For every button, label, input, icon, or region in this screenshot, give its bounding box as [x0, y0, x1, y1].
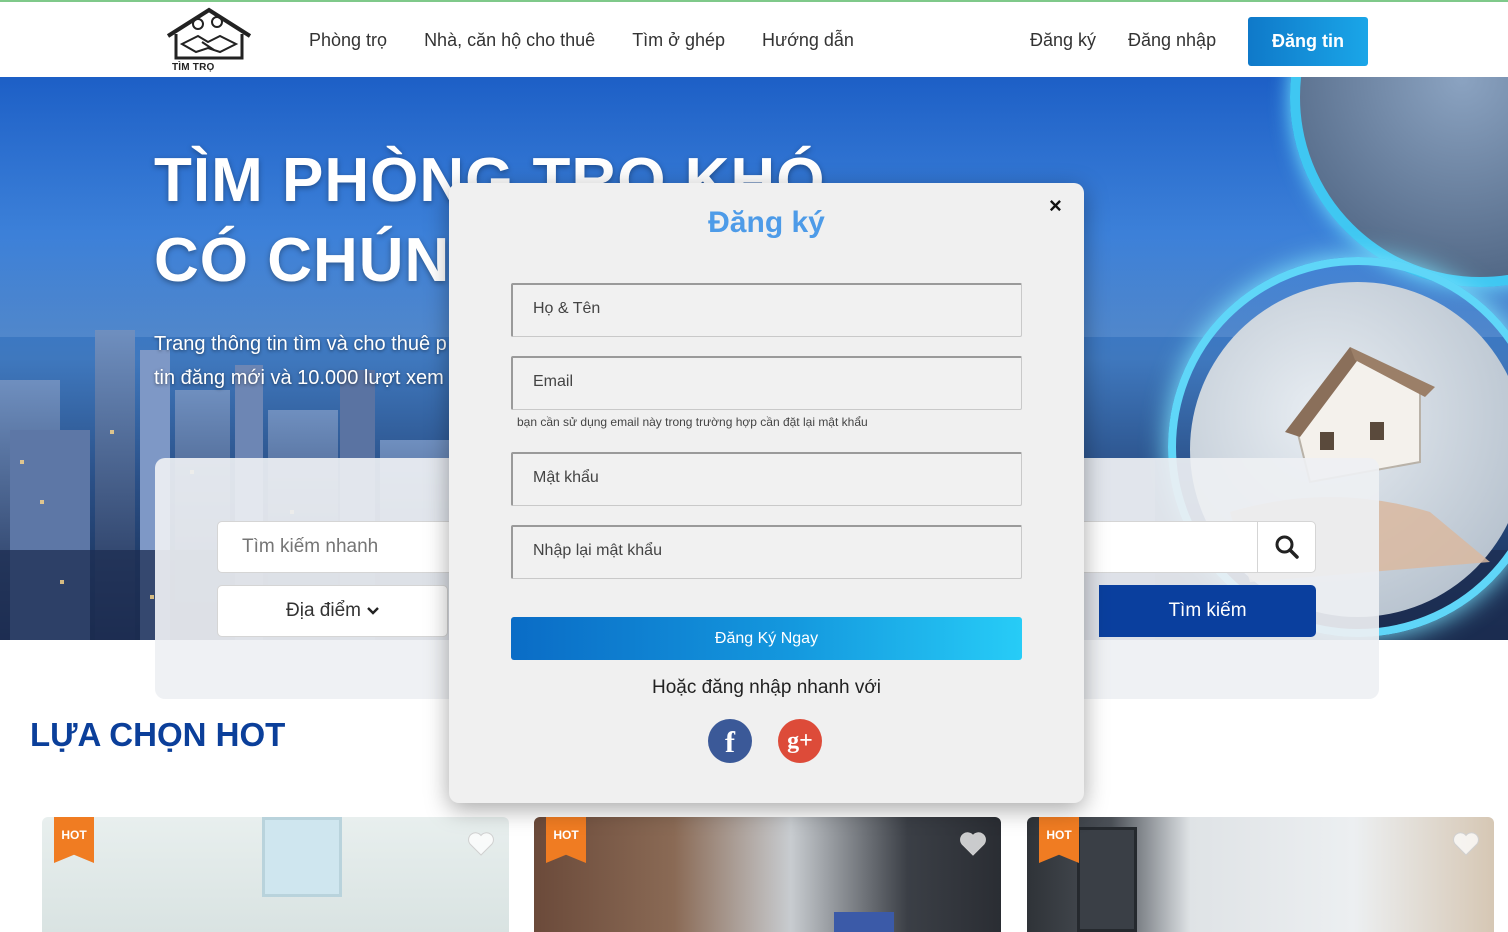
social-login-label: Hoặc đăng nhập nhanh với — [651, 677, 882, 698]
register-link[interactable]: Đăng ký — [1030, 30, 1096, 51]
hot-listing-card-2[interactable]: HOT — [534, 817, 1001, 932]
hot-badge: HOT — [54, 817, 94, 863]
modal-title: Đăng ký — [708, 206, 825, 239]
register-submit-button[interactable]: Đăng Ký Ngay — [511, 617, 1022, 660]
heart-icon[interactable] — [1452, 831, 1480, 857]
hot-badge: HOT — [1039, 817, 1079, 863]
logo-text: TÌM TRỌ — [172, 62, 215, 73]
main-nav: Phòng trọ Nhà, căn hộ cho thuê Tìm ở ghé… — [309, 30, 891, 51]
fullname-input[interactable] — [533, 300, 993, 318]
login-link[interactable]: Đăng nhập — [1128, 30, 1216, 51]
chevron-down-icon — [367, 607, 379, 615]
nav-huong-dan[interactable]: Hướng dẫn — [762, 30, 854, 51]
hero-subtitle-line1: Trang thông tin tìm và cho thuê p — [154, 333, 447, 355]
search-button[interactable]: Tìm kiếm — [1099, 585, 1316, 637]
register-modal: Đăng ký × bạn cần sử dụng email này tron… — [449, 183, 1084, 803]
password-field — [511, 452, 1022, 506]
site-logo[interactable]: TÌM TRỌ — [162, 6, 256, 78]
hero-subtitle-line2: tin đăng mới và 10.000 lượt xem — [154, 367, 444, 389]
nav-phong-tro[interactable]: Phòng trọ — [309, 30, 387, 51]
room-door-image — [1077, 827, 1137, 932]
email-hint: bạn cần sử dụng email này trong trường h… — [517, 415, 868, 429]
room-window-image — [262, 817, 342, 897]
house-number-sign-image — [834, 912, 894, 932]
facebook-login-button[interactable]: f — [708, 719, 752, 763]
email-input[interactable] — [533, 373, 993, 391]
hot-section-title: LỰA CHỌN HOT — [30, 716, 286, 753]
location-dropdown[interactable]: Địa điểm — [217, 585, 448, 637]
hot-listing-card-3[interactable]: HOT — [1027, 817, 1494, 932]
nav-nha-can-ho[interactable]: Nhà, căn hộ cho thuê — [424, 30, 595, 51]
heart-icon[interactable] — [959, 831, 987, 857]
confirm-password-input[interactable] — [533, 542, 993, 560]
google-plus-icon: g+ — [787, 728, 813, 754]
password-input[interactable] — [533, 469, 993, 487]
nav-tim-o-ghep[interactable]: Tìm ở ghép — [632, 30, 725, 51]
google-plus-login-button[interactable]: g+ — [778, 719, 822, 763]
hero-title-line2: CÓ CHÚNG — [154, 226, 500, 295]
search-icon — [1275, 535, 1299, 559]
post-listing-button[interactable]: Đăng tin — [1248, 17, 1368, 66]
heart-icon[interactable] — [467, 831, 495, 857]
confirm-password-field — [511, 525, 1022, 579]
site-header: TÌM TRỌ Phòng trọ Nhà, căn hộ cho thuê T… — [0, 0, 1508, 77]
fullname-field — [511, 283, 1022, 337]
search-submit-icon-button[interactable] — [1257, 522, 1315, 572]
hot-badge: HOT — [546, 817, 586, 863]
location-label: Địa điểm — [286, 600, 361, 621]
close-icon[interactable]: × — [1049, 195, 1062, 217]
house-handshake-icon — [166, 7, 252, 60]
email-field — [511, 356, 1022, 410]
hot-listing-card-1[interactable]: HOT — [42, 817, 509, 932]
facebook-icon: f — [725, 726, 735, 759]
